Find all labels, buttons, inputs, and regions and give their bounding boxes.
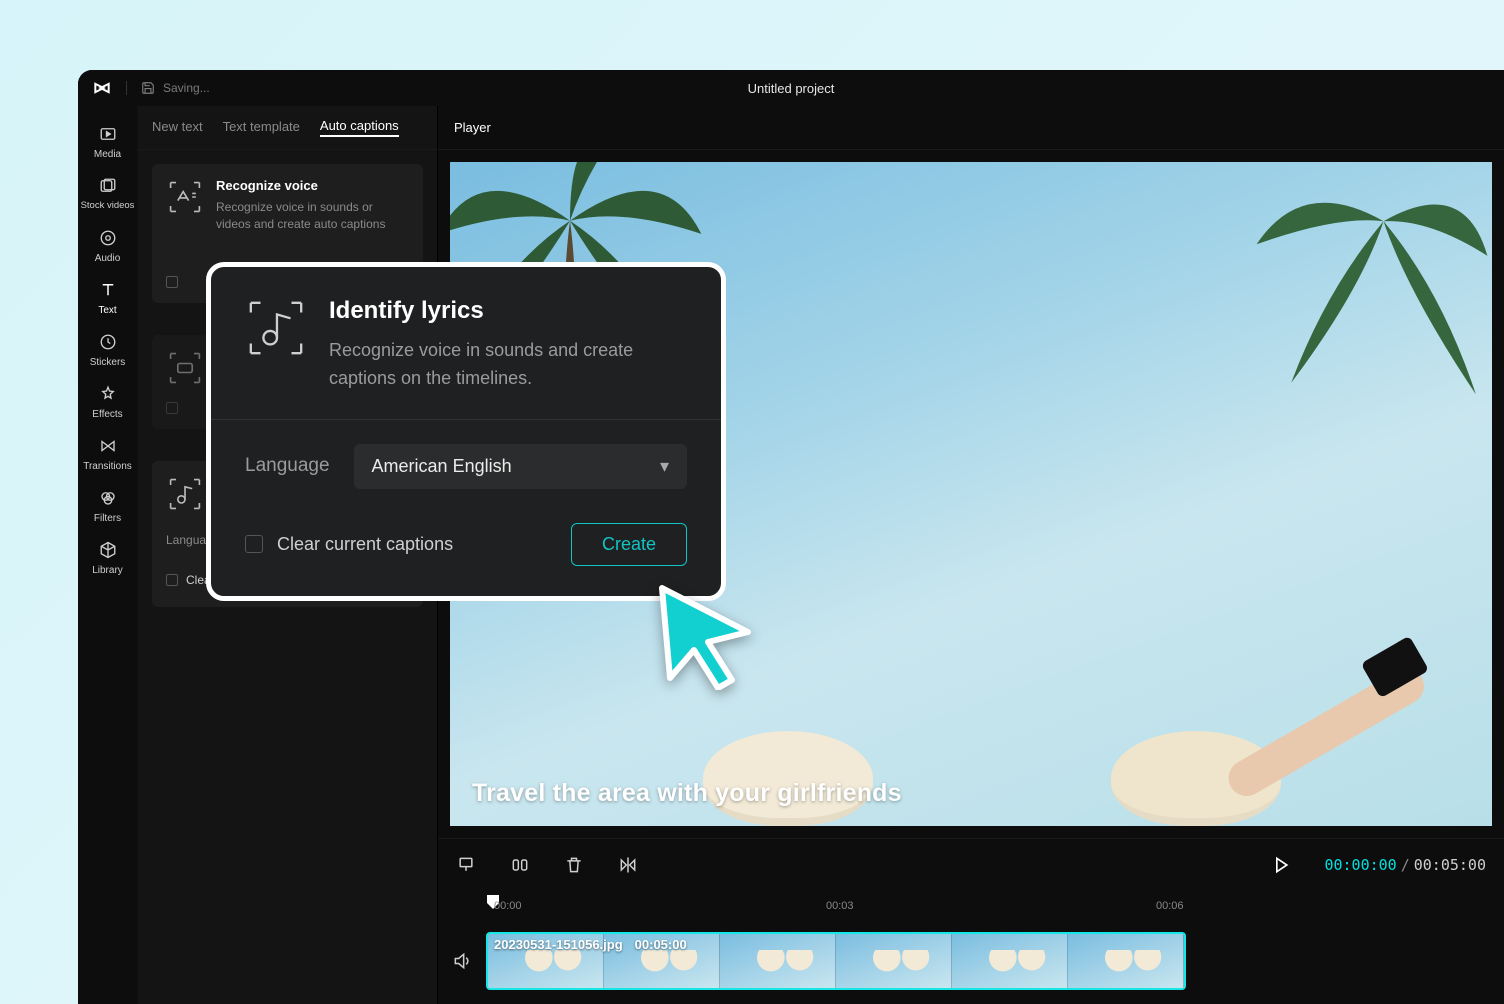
lyrics-icon [166, 475, 204, 513]
rail-label: Transitions [83, 461, 132, 472]
play-button[interactable] [1270, 854, 1292, 876]
popup-clear-checkbox[interactable]: Clear current captions [245, 534, 453, 555]
rail-item-transitions[interactable]: Transitions [80, 428, 136, 478]
crop-tool-icon[interactable] [456, 855, 476, 875]
save-status: Saving... [141, 81, 210, 95]
project-title: Untitled project [748, 81, 835, 96]
ruler-mark: 00:00 [494, 900, 522, 912]
identify-lyrics-popup: Identify lyrics Recognize voice in sound… [206, 262, 726, 601]
rail-label: Stickers [90, 357, 126, 368]
effects-icon [97, 383, 119, 405]
checkbox-icon [245, 535, 263, 553]
card-title: Recognize voice [216, 178, 409, 193]
rail-item-library[interactable]: Library [80, 532, 136, 582]
rail-item-effects[interactable]: Effects [80, 376, 136, 426]
save-status-text: Saving... [163, 81, 210, 95]
popup-language-value: American English [372, 456, 512, 477]
speaker-icon[interactable] [448, 947, 476, 975]
clip-filename: 20230531-151056.jpg [494, 937, 623, 952]
stock-videos-icon [97, 175, 119, 197]
cursor-pointer-icon [652, 580, 762, 690]
transitions-icon [97, 435, 119, 457]
rail-item-stickers[interactable]: Stickers [80, 324, 136, 374]
checkbox-icon [166, 402, 178, 414]
preview-caption: Travel the area with your girlfriends [472, 779, 902, 808]
ruler-mark: 00:03 [826, 900, 854, 912]
text-icon [97, 279, 119, 301]
checkbox-icon [166, 574, 178, 586]
split-tool-icon[interactable] [510, 855, 530, 875]
divider [126, 81, 127, 95]
time-current: 00:00:00 [1324, 856, 1396, 874]
titlebar: Saving... Untitled project [78, 70, 1504, 106]
checkbox-icon [166, 276, 178, 288]
tab-text-template[interactable]: Text template [223, 119, 300, 136]
popup-clear-label: Clear current captions [277, 534, 453, 555]
rail-label: Media [94, 149, 121, 160]
popup-title: Identify lyrics [329, 297, 687, 325]
clip-duration: 00:05:00 [635, 937, 687, 952]
tab-new-text[interactable]: New text [152, 119, 203, 136]
rail-item-stock-videos[interactable]: Stock videos [80, 168, 136, 218]
timeline-clip[interactable]: 20230531-151056.jpg 00:05:00 [486, 932, 1186, 990]
recognize-voice-icon [166, 178, 204, 216]
library-icon [97, 539, 119, 561]
rail-item-media[interactable]: Media [80, 116, 136, 166]
ruler-mark: 00:06 [1156, 900, 1184, 912]
timeline-ruler[interactable]: 00:00 00:03 00:06 [486, 896, 1504, 922]
time-total: 00:05:00 [1414, 856, 1486, 874]
popup-language-select[interactable]: American English ▾ [354, 444, 687, 489]
chevron-down-icon: ▾ [660, 456, 669, 477]
mirror-tool-icon[interactable] [618, 855, 638, 875]
popup-desc: Recognize voice in sounds and create cap… [329, 337, 687, 393]
rail-label: Filters [94, 513, 121, 524]
panel-tabs: New text Text template Auto captions [138, 106, 437, 150]
side-rail: Media Stock videos Audio Text [78, 106, 138, 1004]
video-track: 20230531-151056.jpg 00:05:00 [438, 932, 1504, 990]
rail-item-audio[interactable]: Audio [80, 220, 136, 270]
popup-language-label: Language [245, 455, 330, 477]
rail-label: Audio [95, 253, 121, 264]
card-desc: Recognize voice in sounds or videos and … [216, 199, 409, 233]
rail-item-filters[interactable]: Filters [80, 480, 136, 530]
app-logo-icon [92, 78, 112, 98]
timeline[interactable]: 00:00 00:03 00:06 20230531-151056.jpg 00… [438, 890, 1504, 1004]
media-icon [97, 123, 119, 145]
transport-bar: 00:00:00/00:05:00 [438, 838, 1504, 890]
delete-tool-icon[interactable] [564, 855, 584, 875]
rail-label: Text [98, 305, 116, 316]
rail-label: Stock videos [81, 201, 135, 211]
player-header: Player [438, 106, 1504, 150]
rail-label: Library [92, 565, 123, 576]
time-readout: 00:00:00/00:05:00 [1324, 856, 1486, 874]
rail-label: Effects [92, 409, 122, 420]
popup-create-button[interactable]: Create [571, 523, 687, 566]
stickers-icon [97, 331, 119, 353]
filters-icon [97, 487, 119, 509]
caption-frame-icon [166, 349, 204, 387]
lyrics-icon [245, 297, 307, 359]
rail-item-text[interactable]: Text [80, 272, 136, 322]
tab-auto-captions[interactable]: Auto captions [320, 118, 399, 137]
audio-icon [97, 227, 119, 249]
